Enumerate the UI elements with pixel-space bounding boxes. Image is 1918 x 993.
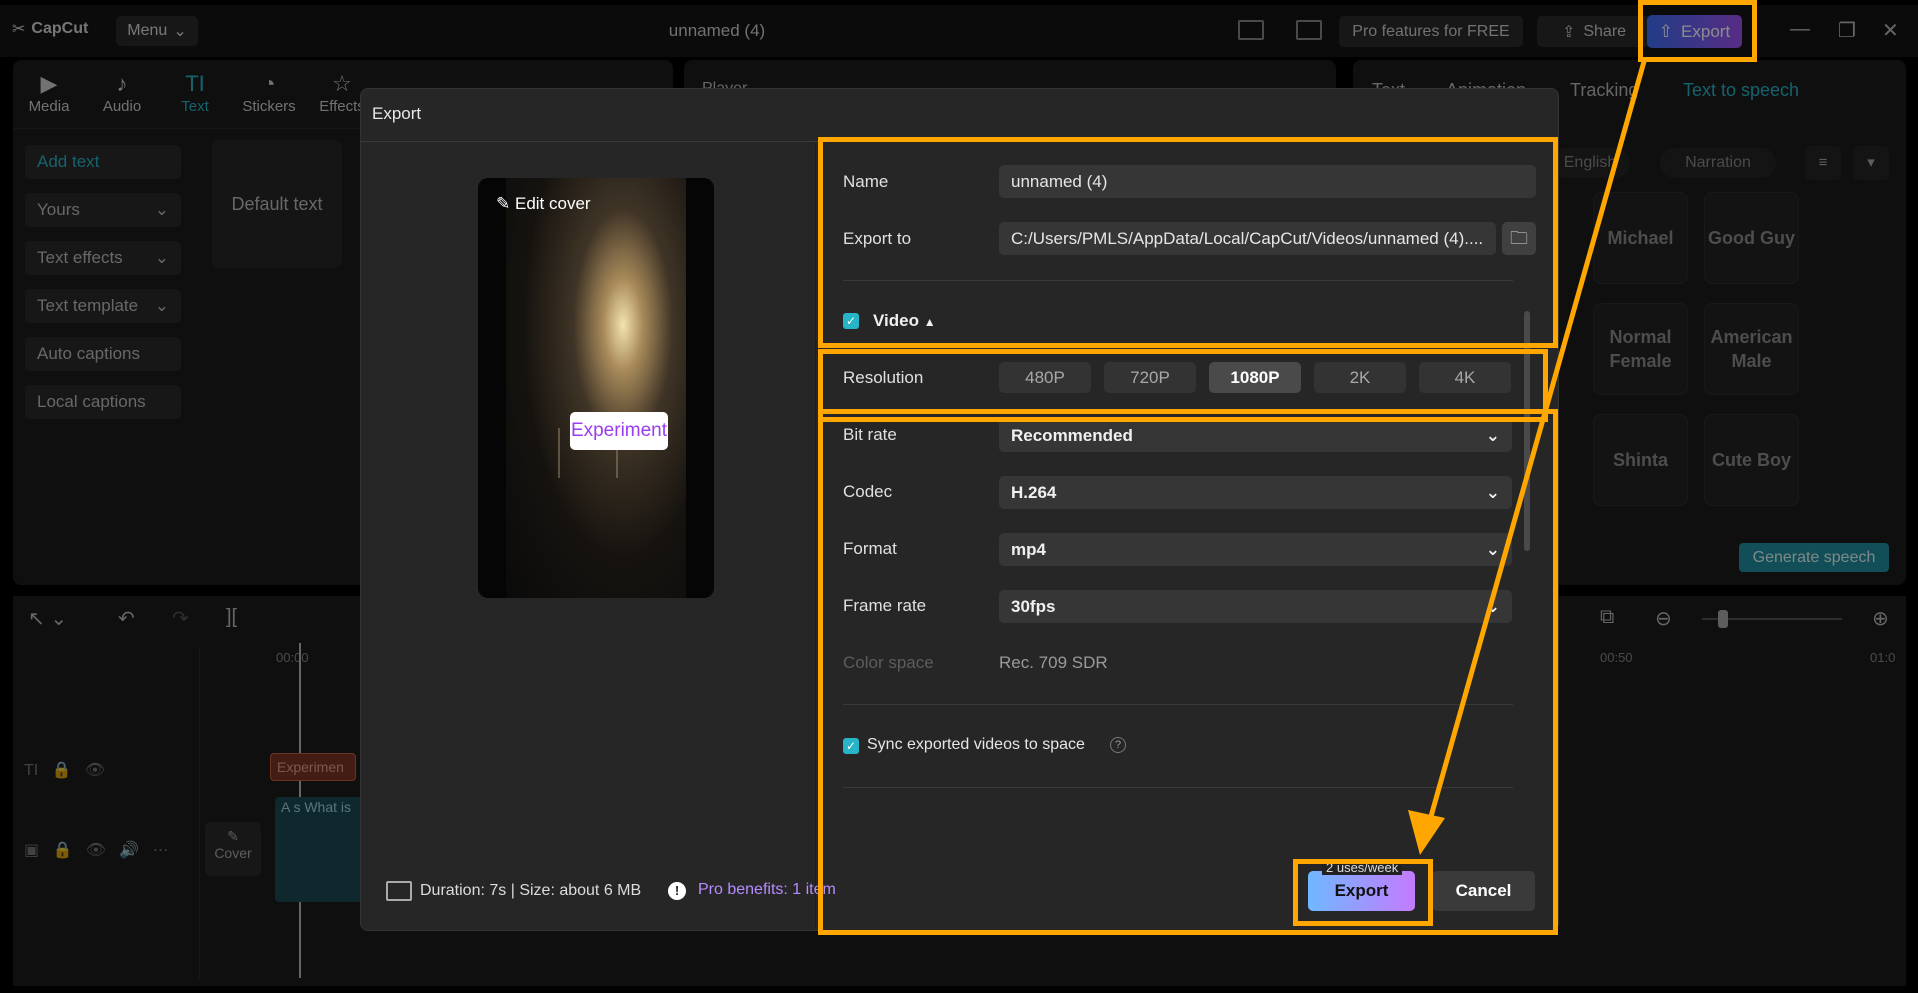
annotation-arrow	[1408, 57, 1648, 855]
